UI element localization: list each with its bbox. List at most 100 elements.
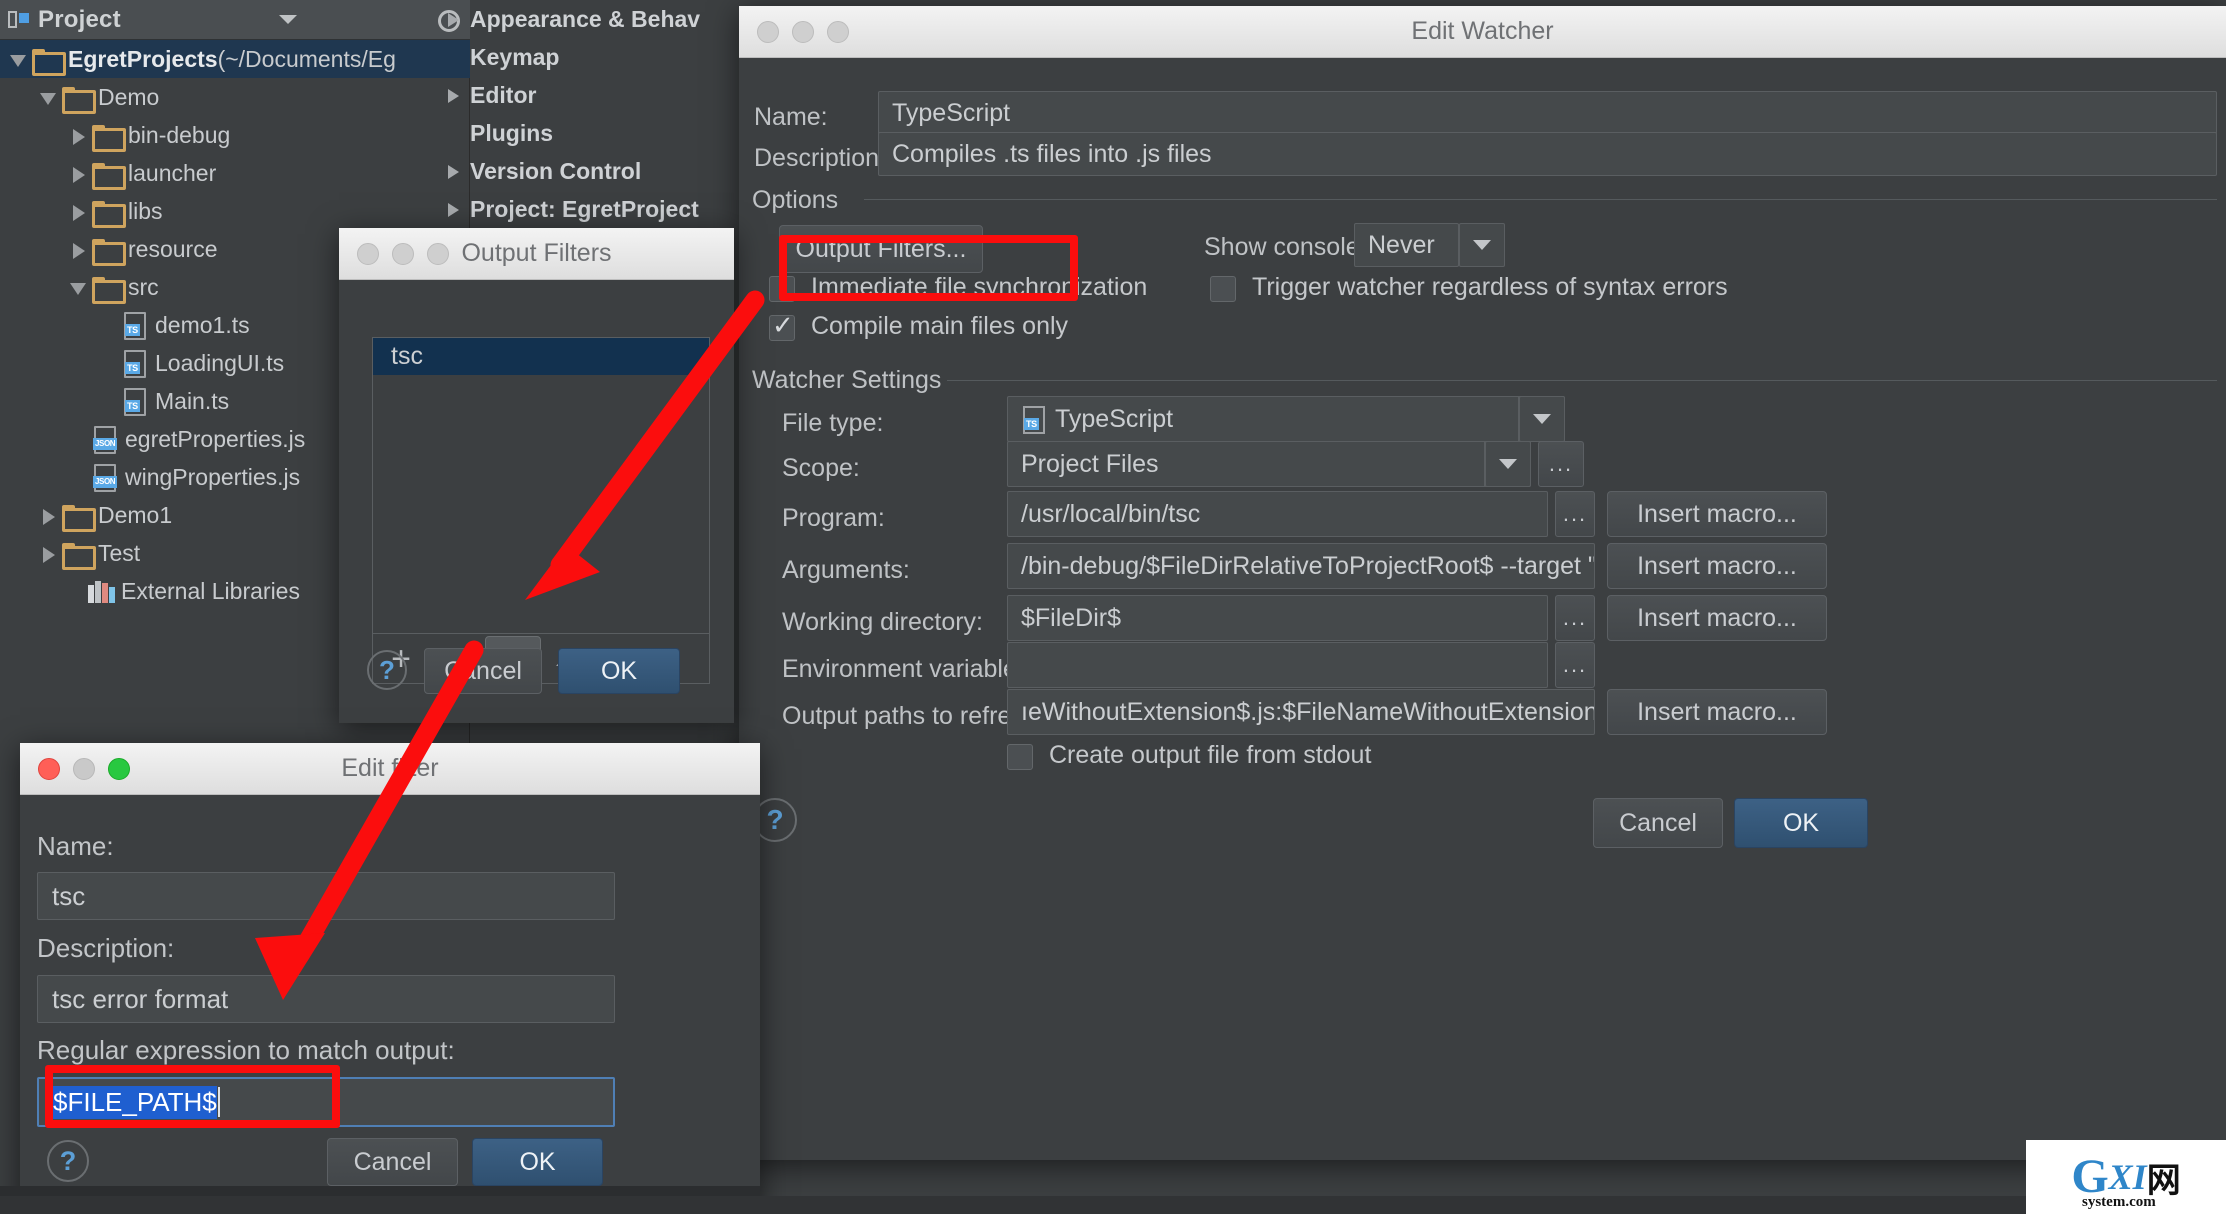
cancel-button[interactable]: Cancel (327, 1138, 458, 1186)
file-type-dropdown-arrow[interactable] (1518, 396, 1565, 442)
environment-variables-field[interactable] (1007, 642, 1548, 688)
chevron-right-icon[interactable] (66, 192, 92, 230)
ok-button[interactable]: OK (558, 648, 680, 694)
show-console-dropdown[interactable]: Never (1354, 223, 1459, 267)
edit-watcher-titlebar[interactable]: Edit Watcher (739, 6, 2226, 58)
chevron-down-icon[interactable] (278, 15, 297, 24)
tree-row-label: Test (98, 539, 141, 566)
ok-button[interactable]: OK (472, 1138, 603, 1186)
options-group-label: Options (752, 186, 849, 215)
ok-button[interactable]: OK (1734, 798, 1868, 848)
settings-spacer (440, 38, 470, 76)
folder-icon (62, 86, 96, 114)
window-controls[interactable] (20, 757, 130, 780)
settings-category-row[interactable]: Editor (440, 76, 720, 114)
trigger-regardless-checkbox[interactable] (1210, 276, 1236, 302)
close-icon[interactable] (357, 242, 379, 265)
text-cursor (217, 1087, 220, 1117)
compile-main-label: Compile main files only (811, 312, 1069, 340)
chevron-right-icon[interactable] (66, 116, 92, 154)
help-button[interactable]: ? (367, 650, 407, 690)
settings-category-row[interactable]: Version Control (440, 152, 720, 190)
chevron-right-icon[interactable] (440, 152, 470, 190)
settings-category-list[interactable]: Appearance & Behav Keymap Editor Plugins Ver… (440, 0, 720, 228)
maximize-icon[interactable] (108, 757, 130, 780)
show-console-dropdown-arrow[interactable] (1458, 223, 1505, 267)
working-directory-insert-macro-button[interactable]: Insert macro... (1607, 595, 1827, 641)
output-filters-button[interactable]: Output Filters... (779, 225, 983, 273)
tree-row[interactable]: launcher (0, 154, 470, 192)
scope-dropdown[interactable]: Project Files (1007, 441, 1531, 487)
chevron-right-icon[interactable] (440, 0, 470, 38)
output-paths-insert-macro-button[interactable]: Insert macro... (1607, 689, 1827, 735)
name-field[interactable]: tsc (37, 872, 615, 920)
create-output-file-checkbox[interactable] (1007, 744, 1033, 770)
regex-field[interactable]: $FILE_PATH$ (37, 1077, 615, 1127)
settings-category-row[interactable]: Keymap (440, 38, 720, 76)
tree-row[interactable]: libs (0, 192, 470, 230)
arguments-field[interactable]: /bin-debug/$FileDirRelativeToProjectRoot… (1007, 543, 1595, 589)
description-field[interactable]: Compiles .ts files into .js files (878, 132, 2217, 176)
tree-row-path: (~/Documents/Eg (217, 45, 396, 72)
name-field[interactable]: TypeScript (878, 91, 2217, 135)
chevron-down-icon (1458, 224, 1504, 266)
chevron-down-icon (1484, 442, 1530, 486)
cancel-button[interactable]: Cancel (424, 648, 542, 694)
tree-row[interactable]: bin-debug (0, 116, 470, 154)
chevron-down-icon[interactable] (36, 78, 62, 116)
program-browse-button[interactable]: ... (1555, 491, 1595, 537)
chevron-right-icon[interactable] (36, 496, 62, 534)
scope-dropdown-arrow[interactable] (1484, 441, 1531, 487)
output-filters-titlebar[interactable]: Output Filters (339, 228, 734, 280)
edit-filter-titlebar[interactable]: Edit filter (20, 743, 760, 795)
arguments-insert-macro-button[interactable]: Insert macro... (1607, 543, 1827, 589)
minimize-icon[interactable] (792, 20, 814, 43)
tree-row-label: launcher (128, 159, 217, 186)
tree-row[interactable]: EgretProjects (~/Documents/Eg (0, 40, 470, 78)
window-controls[interactable] (339, 242, 449, 265)
working-directory-browse-button[interactable]: ... (1555, 595, 1595, 641)
settings-category-row[interactable]: Plugins (440, 114, 720, 152)
chevron-right-icon[interactable] (440, 76, 470, 114)
tree-row-label: bin-debug (128, 121, 231, 148)
help-button[interactable]: ? (47, 1140, 89, 1182)
output-filters-list[interactable]: tsc (372, 337, 710, 634)
program-insert-macro-button[interactable]: Insert macro... (1607, 491, 1827, 537)
maximize-icon[interactable] (427, 242, 449, 265)
settings-category-row[interactable]: Appearance & Behav (440, 0, 720, 38)
minimize-icon[interactable] (392, 242, 414, 265)
close-icon[interactable] (757, 20, 779, 43)
window-controls[interactable] (739, 20, 849, 43)
minimize-icon[interactable] (73, 757, 95, 780)
chevron-right-icon[interactable] (36, 534, 62, 572)
tree-row[interactable]: Demo (0, 78, 470, 116)
environment-variables-browse-button[interactable]: ... (1555, 642, 1595, 688)
chevron-right-icon[interactable] (66, 230, 92, 268)
settings-category-row[interactable]: Project: EgretProject (440, 190, 720, 228)
immediate-sync-checkbox[interactable] (769, 276, 795, 302)
close-icon[interactable] (38, 757, 60, 780)
arguments-label: Arguments: (782, 556, 910, 584)
edit-watcher-title: Edit Watcher (1411, 17, 1554, 45)
output-paths-field[interactable]: ıeWithoutExtension$.js:$FileNameWithoutE… (1007, 689, 1595, 735)
list-item[interactable]: tsc (373, 338, 709, 375)
chevron-down-icon[interactable] (6, 40, 32, 78)
cancel-button[interactable]: Cancel (1593, 798, 1723, 848)
project-toolbar: Project (0, 0, 470, 40)
chevron-right-icon[interactable] (440, 190, 470, 228)
chevron-down-icon[interactable] (66, 268, 92, 306)
description-field[interactable]: tsc error format (37, 975, 615, 1023)
file-type-dropdown[interactable]: TS TypeScript (1007, 396, 1565, 442)
watermark-xi: XI (2108, 1157, 2147, 1197)
program-field[interactable]: /usr/local/bin/tsc (1007, 491, 1548, 537)
options-group-divider (864, 199, 2217, 200)
tree-row-label: LoadingUI.ts (155, 349, 285, 376)
description-label: Description: (754, 144, 886, 172)
working-directory-field[interactable]: $FileDir$ (1007, 595, 1548, 641)
scope-browse-button[interactable]: ... (1538, 441, 1584, 487)
maximize-icon[interactable] (827, 20, 849, 43)
folder-icon (32, 48, 66, 76)
bottom-strip (0, 1196, 2226, 1214)
chevron-right-icon[interactable] (66, 154, 92, 192)
compile-main-checkbox[interactable] (769, 310, 795, 341)
